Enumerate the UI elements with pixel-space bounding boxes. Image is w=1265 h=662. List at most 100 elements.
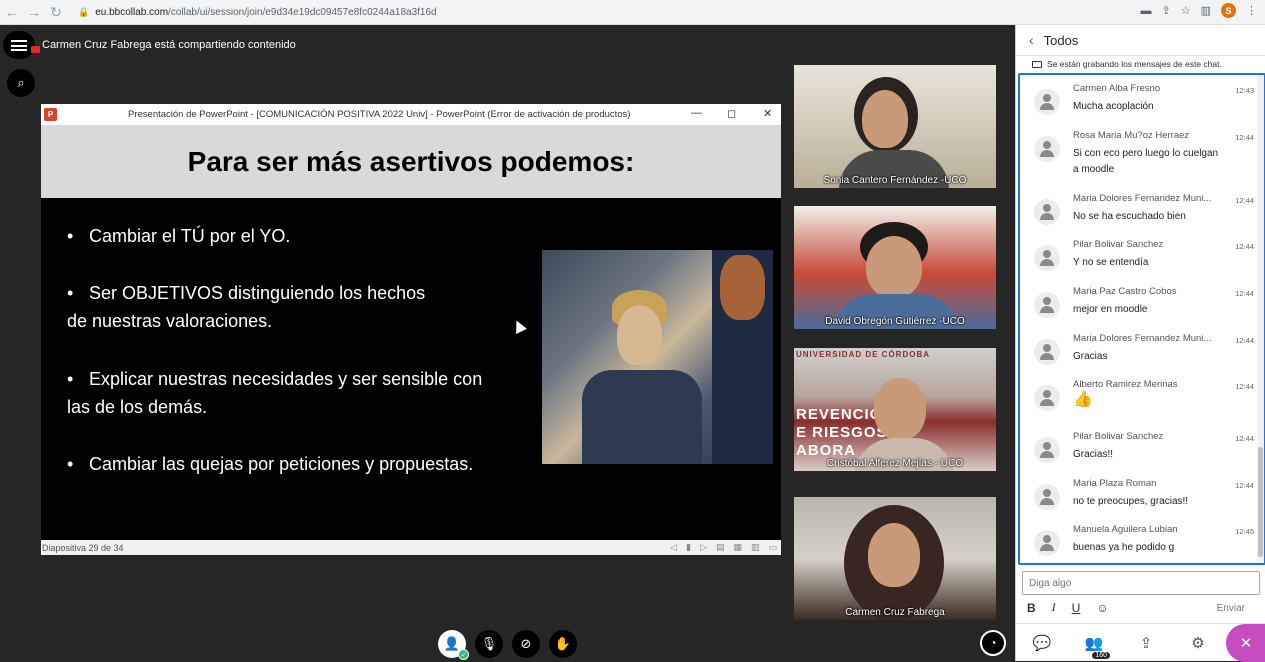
back-arrow-icon[interactable]: ← bbox=[2, 2, 22, 22]
participant-tile[interactable]: Sonia Cantero Fernández -UCO bbox=[794, 65, 996, 188]
tab-attendees[interactable]: 👥 160 bbox=[1068, 624, 1120, 662]
star-icon[interactable]: ☆ bbox=[1181, 4, 1191, 17]
avatar-icon bbox=[1034, 292, 1060, 318]
normal-view-icon: ▤ bbox=[715, 542, 725, 552]
chat-message-list[interactable]: Carmen Alba Fresno 12:43 Mucha acoplació… bbox=[1018, 73, 1265, 565]
powerpoint-icon: P bbox=[44, 108, 57, 121]
mute-microphone-button[interactable]: 🎙 bbox=[475, 630, 503, 658]
banner-text: UNIVERSIDAD DE CÓRDOBA bbox=[796, 350, 931, 359]
tab-chat[interactable]: 💬 bbox=[1016, 624, 1068, 662]
clock-icon: ◔ bbox=[989, 636, 997, 650]
bullet-item: Explicar nuestras necesidades y ser sens… bbox=[67, 365, 482, 421]
message-time: 12:44 bbox=[1235, 196, 1254, 205]
scrollbar-thumb[interactable] bbox=[1258, 447, 1263, 557]
address-bar[interactable]: 🔒 eu.bbcollab.com /collab/ui/session/joi… bbox=[78, 3, 437, 22]
thumbs-up-icon: 👍 bbox=[1073, 391, 1093, 408]
message-author: Maria Dolores Fernandez Muni... bbox=[1073, 333, 1212, 344]
chevron-left-icon[interactable]: ‹ bbox=[1029, 32, 1034, 48]
participant-tile[interactable]: David Obregón Gutiérrez -UCO bbox=[794, 206, 996, 329]
chat-panel: ‹ Todos Se están grabando los mensajes d… bbox=[1015, 25, 1265, 662]
bullet-text: Cambiar el TÚ por el YO. bbox=[89, 226, 291, 246]
tab-settings[interactable]: ⚙ bbox=[1172, 624, 1224, 662]
italic-button[interactable]: I bbox=[1052, 600, 1056, 615]
gear-icon: ⚙ bbox=[1191, 635, 1205, 652]
avatar-icon bbox=[1034, 484, 1060, 510]
avatar-icon bbox=[1034, 339, 1060, 365]
maximize-icon: ◻ bbox=[727, 108, 737, 120]
underline-button[interactable]: U bbox=[1072, 601, 1081, 615]
close-icon: ✕ bbox=[763, 108, 773, 120]
message-text: Gracias!! bbox=[1073, 449, 1114, 460]
participant-name: Sonia Cantero Fernández -UCO bbox=[823, 175, 967, 186]
raise-hand-button[interactable]: ✋ bbox=[549, 630, 577, 658]
message-author: Alberto Ramirez Merinas bbox=[1073, 379, 1178, 390]
participant-tile[interactable]: UNIVERSIDAD DE CÓRDOBA REVENCIÓN E RIESG… bbox=[794, 348, 996, 471]
close-panel-button[interactable]: ✕ bbox=[1226, 624, 1265, 662]
session-stage: Carmen Cruz Fabrega está compartiendo co… bbox=[0, 25, 1015, 661]
zoom-content-button[interactable]: ⌕ bbox=[7, 69, 35, 97]
url-host: eu.bbcollab.com bbox=[95, 7, 169, 18]
message-text: Y no se entendía bbox=[1073, 257, 1149, 268]
slide-photo bbox=[542, 250, 773, 464]
bullet-item: Cambiar el TÚ por el YO. bbox=[67, 222, 290, 250]
next-slide-icon: ▷ bbox=[700, 542, 707, 552]
bullet-text: Ser OBJETIVOS distinguiendo los hechos bbox=[89, 283, 426, 303]
kebab-menu-icon[interactable]: ⋮ bbox=[1246, 4, 1257, 17]
camera-off-icon: ⊘ bbox=[520, 636, 532, 651]
hamburger-icon bbox=[11, 39, 27, 51]
check-icon: ✓ bbox=[458, 649, 469, 660]
record-icon bbox=[1032, 60, 1042, 68]
sidebar-icon[interactable]: ▥ bbox=[1201, 4, 1211, 17]
bold-button[interactable]: B bbox=[1027, 601, 1036, 615]
message-author: Maria Plaza Roman bbox=[1073, 478, 1157, 489]
camera-off-button[interactable]: ⊘ bbox=[512, 630, 540, 658]
format-toolbar: B I U ☺ bbox=[1027, 600, 1109, 615]
recording-indicator-icon bbox=[31, 46, 40, 53]
message-author: Carmen Alba Fresno bbox=[1073, 83, 1161, 94]
my-status-button[interactable]: 👤 ✓ bbox=[438, 630, 469, 660]
message-author: Pilar Bolivar Sanchez bbox=[1073, 239, 1164, 250]
close-icon: ✕ bbox=[1239, 635, 1253, 652]
bullet-item: Cambiar las quejas por peticiones y prop… bbox=[67, 450, 473, 478]
forward-arrow-icon[interactable]: → bbox=[24, 2, 44, 22]
prev-slide-icon: ◁ bbox=[670, 542, 678, 552]
participant-tile[interactable]: Carmen Cruz Fabrega bbox=[794, 497, 996, 620]
profile-avatar[interactable]: S bbox=[1221, 3, 1236, 18]
message-time: 12:44 bbox=[1235, 481, 1254, 490]
message-time: 12:43 bbox=[1235, 86, 1254, 95]
session-menu-button[interactable] bbox=[3, 31, 35, 59]
bullet-text-continued: de nuestras valoraciones. bbox=[67, 311, 273, 331]
chat-scrollbar[interactable] bbox=[1257, 75, 1264, 563]
recording-note: Se están grabando los mensajes de este c… bbox=[1032, 59, 1222, 69]
help-button[interactable]: ◔ bbox=[980, 630, 1006, 656]
send-button[interactable]: Enviar bbox=[1217, 603, 1245, 614]
sharing-status: Carmen Cruz Fabrega está compartiendo co… bbox=[42, 39, 296, 51]
participant-name: Cristóbal Alferez Mejías - UCO bbox=[826, 458, 964, 469]
slide-title: Para ser más asertivos podemos: bbox=[187, 145, 635, 177]
lock-icon: 🔒 bbox=[78, 7, 90, 17]
message-author: Rosa Maria Mu?oz Herraez bbox=[1073, 130, 1190, 141]
bullet-item: Ser OBJETIVOS distinguiendo los hechos d… bbox=[67, 279, 425, 335]
avatar-icon bbox=[1034, 530, 1060, 556]
ppt-view-icons: ◁ ▮ ▷ ▤ ▦ ▥ ▭ bbox=[670, 542, 777, 553]
people-icon: 👥 bbox=[1084, 635, 1104, 652]
chat-input[interactable]: Diga algo bbox=[1022, 571, 1260, 595]
emoji-icon[interactable]: ☺ bbox=[1096, 601, 1108, 615]
slide-sorter-icon: ▮ bbox=[686, 542, 692, 552]
slide-title-bar: Para ser más asertivos podemos: bbox=[41, 125, 781, 198]
camera-icon[interactable]: ▬ bbox=[1141, 5, 1152, 17]
message-text: Mucha acoplación bbox=[1073, 101, 1154, 112]
ppt-window-title: Presentación de PowerPoint - [COMUNICACI… bbox=[128, 109, 631, 120]
browser-toolbar: ← → ↻ 🔒 eu.bbcollab.com /collab/ui/sessi… bbox=[0, 0, 1265, 25]
reload-icon[interactable]: ↻ bbox=[46, 2, 66, 22]
message-text: no te preocupes, gracias!! bbox=[1073, 496, 1189, 507]
message-author: Manuela Aguilera Lubian bbox=[1073, 524, 1178, 535]
share-icon[interactable]: ⇪ bbox=[1162, 4, 1171, 17]
chat-bubble-icon: 💬 bbox=[1032, 635, 1052, 652]
hand-icon: ✋ bbox=[554, 636, 572, 651]
message-time: 12:44 bbox=[1235, 289, 1254, 298]
message-time: 12:44 bbox=[1235, 382, 1254, 391]
tab-share-content[interactable]: ⇪ bbox=[1120, 624, 1172, 662]
chat-header: ‹ Todos bbox=[1016, 25, 1265, 56]
participant-name: David Obregón Gutiérrez -UCO bbox=[825, 316, 965, 327]
